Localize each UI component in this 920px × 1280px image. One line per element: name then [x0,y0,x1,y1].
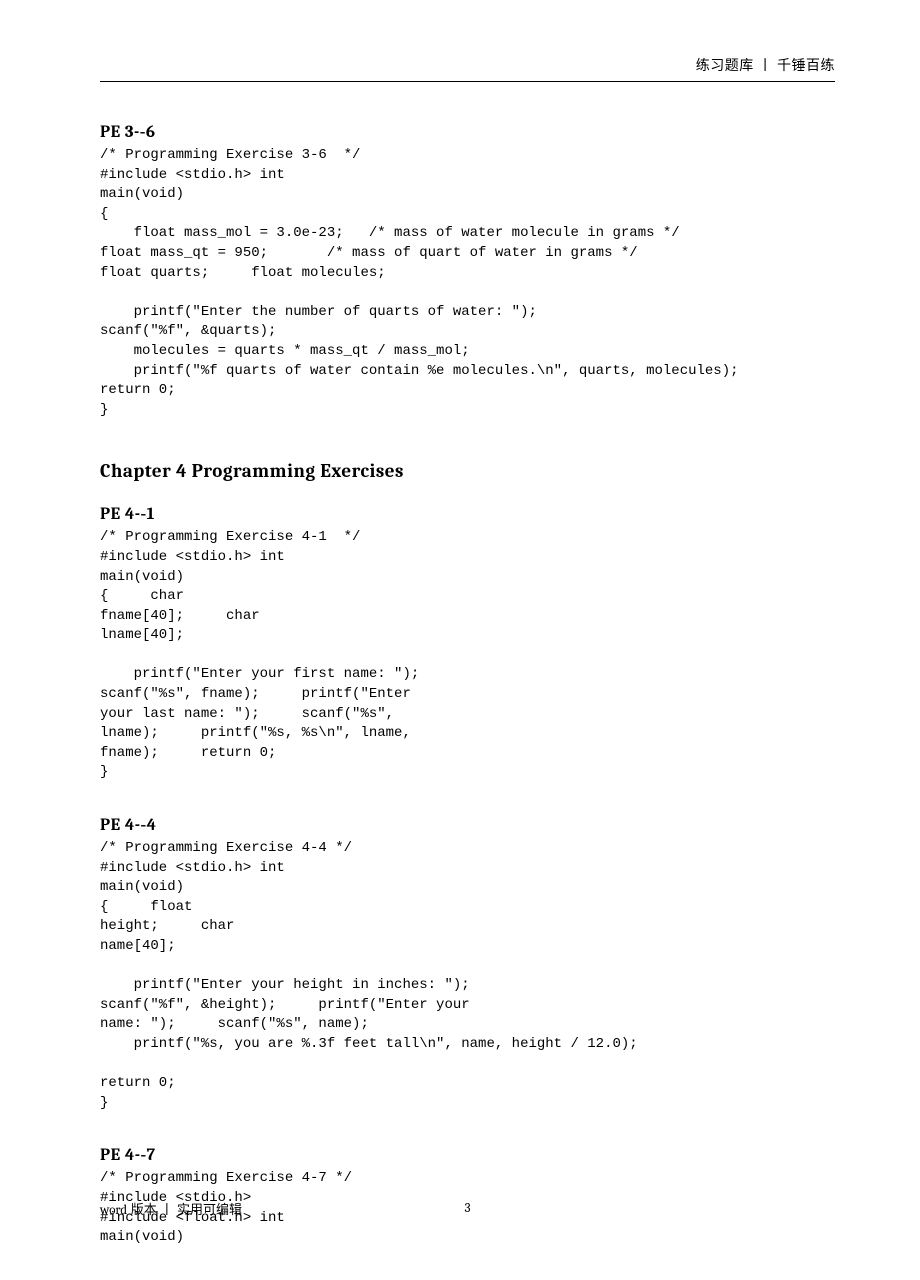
code-block-pe44: /* Programming Exercise 4-4 */ #include … [100,839,835,1113]
footer-left: word 版本 丨 实用可编辑 [100,1199,242,1218]
section-title-pe47: PE 4-‐7 [100,1145,835,1165]
section-title-pe36: PE 3-‐6 [100,122,835,142]
footer-page-number: 3 [465,1201,471,1216]
document-page: 练习题库 丨 千锤百练 PE 3-‐6 /* Programming Exerc… [0,0,920,1248]
footer-left-text: 版本 丨 实用可编辑 [127,1202,242,1217]
section-title-pe44: PE 4-‐4 [100,815,835,835]
code-block-pe36: /* Programming Exercise 3-6 */ #include … [100,146,835,420]
chapter-title-4: Chapter 4 Programming Exercises [100,460,835,482]
header-text: 练习题库 丨 千锤百练 [696,57,835,73]
section-title-pe41: PE 4-‐1 [100,504,835,524]
footer-word: word [100,1203,127,1218]
page-footer: word 版本 丨 实用可编辑 3 [100,1199,835,1218]
code-block-pe41: /* Programming Exercise 4-1 */ #include … [100,528,835,783]
page-header: 练习题库 丨 千锤百练 [100,55,835,82]
